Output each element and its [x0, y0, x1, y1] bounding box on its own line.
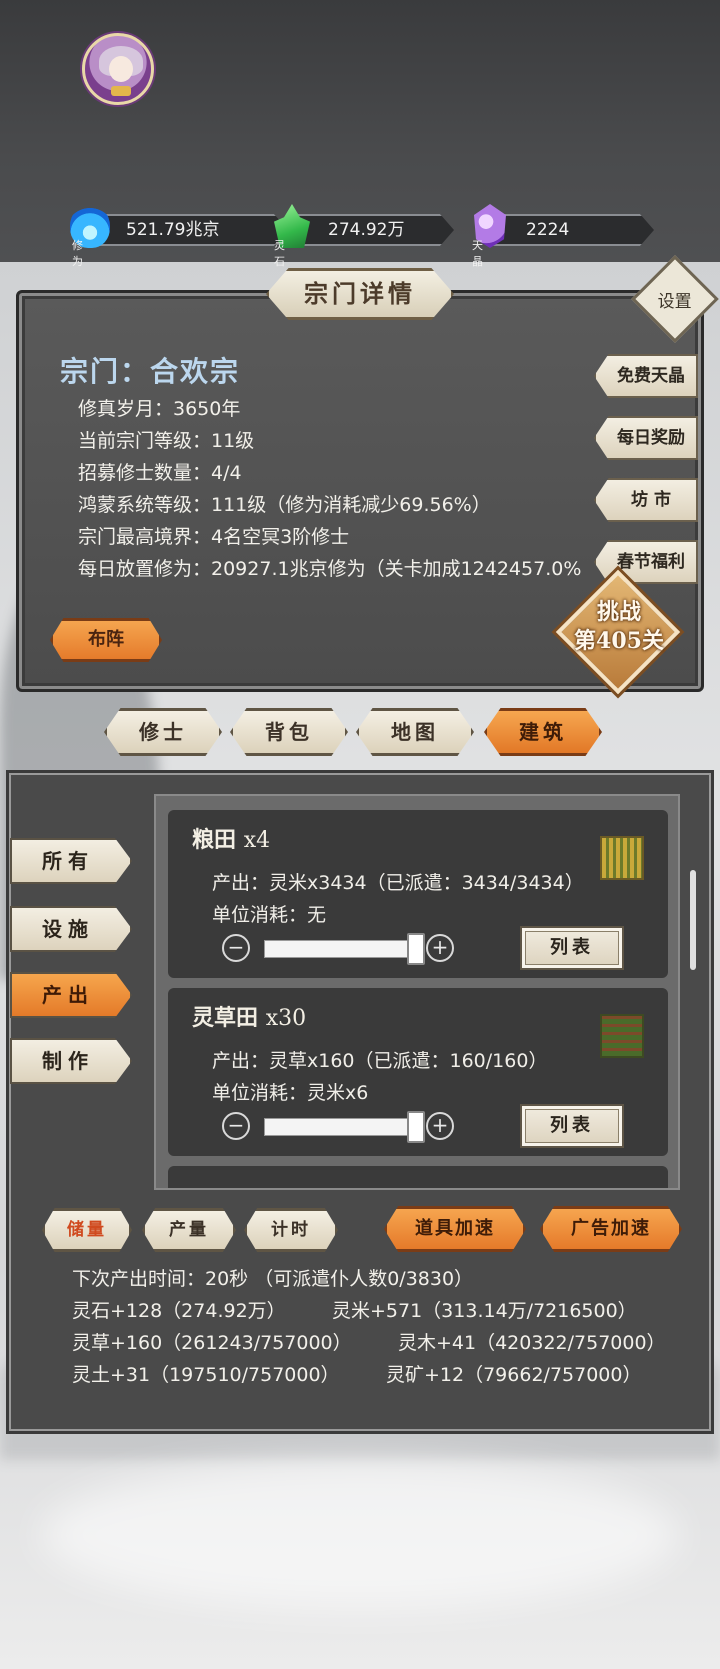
building-name-text: 灵草田 — [192, 1005, 259, 1031]
category-facilities[interactable]: 设施 — [10, 906, 132, 952]
avatar-face — [109, 56, 133, 82]
info-highest-realm: 宗门最高境界：4名空冥3阶修士 — [78, 526, 350, 548]
resource-caption: 灵石 — [274, 239, 285, 268]
building-card — [168, 1166, 668, 1188]
building-name: 灵草田 x30 — [192, 1000, 306, 1032]
building-card: 灵草田 x30 产出：灵草x160（已派遣：160/160） 单位消耗：灵米x6… — [168, 988, 668, 1156]
herb-field-icon — [600, 1014, 644, 1058]
slider-handle[interactable] — [407, 933, 425, 965]
stat-spirit-soil: 灵土+31（197510/757000） — [72, 1364, 340, 1386]
challenge-label[interactable]: 挑战 第405关 — [564, 598, 674, 656]
minus-icon[interactable]: − — [222, 934, 250, 962]
item-speedup-button[interactable]: 道具加速 — [384, 1206, 526, 1252]
plus-icon[interactable]: + — [426, 1112, 454, 1140]
category-crafting[interactable]: 制作 — [10, 1038, 132, 1084]
info-cultivation-years: 修真岁月：3650年 — [78, 398, 241, 420]
list-button[interactable]: 列表 — [520, 926, 624, 970]
sect-name: 宗门：合欢宗 — [60, 355, 241, 388]
tab-storage[interactable]: 储量 — [42, 1208, 132, 1252]
building-name-text: 粮田 — [192, 827, 237, 853]
minus-icon[interactable]: − — [222, 1112, 250, 1140]
panel-title: 宗门详情 — [266, 268, 454, 320]
resource-value: 274.92万 — [294, 214, 454, 246]
resource-caption: 天晶 — [472, 239, 483, 268]
building-list[interactable]: 粮田 x4 产出：灵米x3434（已派遣：3434/3434） 单位消耗：无 −… — [154, 794, 680, 1190]
resource-value: 2224 — [492, 214, 654, 246]
building-count: x4 — [243, 828, 271, 853]
stat-spirit-herb: 灵草+160（261243/757000） — [72, 1332, 352, 1354]
challenge-line1: 挑战 — [596, 599, 641, 625]
formation-button[interactable]: 布阵 — [50, 618, 162, 662]
tab-backpack[interactable]: 背包 — [230, 708, 348, 756]
ad-speedup-button[interactable]: 广告加速 — [540, 1206, 682, 1252]
resource-value: 521.79兆京 — [92, 214, 288, 246]
daily-reward-button[interactable]: 每日奖励 — [594, 416, 698, 460]
building-output: 产出：灵米x3434（已派遣：3434/3434） — [212, 872, 584, 894]
challenge-stage: 第405关 — [574, 628, 664, 654]
free-crystal-button[interactable]: 免费天晶 — [594, 354, 698, 398]
building-output: 产出：灵草x160（已派遣：160/160） — [212, 1050, 548, 1072]
info-recruit-count: 招募修士数量：4/4 — [78, 462, 242, 484]
plus-icon[interactable]: + — [426, 934, 454, 962]
building-card: 粮田 x4 产出：灵米x3434（已派遣：3434/3434） 单位消耗：无 −… — [168, 810, 668, 978]
slider-handle[interactable] — [407, 1111, 425, 1143]
building-count: x30 — [265, 1006, 307, 1031]
info-hongmeng-level: 鸿蒙系统等级：111级（修为消耗减少69.56%） — [78, 494, 491, 516]
stat-spirit-rice: 灵米+571（313.14万/7216500） — [332, 1300, 637, 1322]
tab-timer[interactable]: 计时 — [244, 1208, 338, 1252]
building-cost: 单位消耗：无 — [212, 904, 327, 926]
tab-map[interactable]: 地图 — [356, 708, 474, 756]
next-output-time: 下次产出时间：20秒 （可派遣仆人数0/3830） — [72, 1268, 474, 1290]
tab-yield[interactable]: 产量 — [142, 1208, 236, 1252]
worker-slider[interactable] — [264, 933, 425, 965]
tab-buildings[interactable]: 建筑 — [484, 708, 602, 756]
category-production[interactable]: 产出 — [10, 972, 132, 1018]
player-avatar[interactable] — [82, 33, 154, 105]
stat-spirit-stone: 灵石+128（274.92万） — [72, 1300, 286, 1322]
stat-spirit-ore: 灵矿+12（79662/757000） — [386, 1364, 642, 1386]
list-scrollbar[interactable] — [690, 870, 696, 970]
resource-caption: 修为 — [72, 239, 83, 268]
market-button[interactable]: 坊 市 — [594, 478, 698, 522]
cloud-decoration — [40, 1460, 680, 1610]
avatar-crest — [111, 86, 131, 96]
tab-disciples[interactable]: 修士 — [104, 708, 222, 756]
info-sect-level: 当前宗门等级：11级 — [78, 430, 255, 452]
building-name: 粮田 x4 — [192, 822, 270, 854]
category-all[interactable]: 所有 — [10, 838, 132, 884]
info-daily-idle: 每日放置修为：20927.1兆京修为（关卡加成1242457.0% — [78, 558, 582, 580]
list-button[interactable]: 列表 — [520, 1104, 624, 1148]
building-cost: 单位消耗：灵米x6 — [212, 1082, 369, 1104]
rice-field-icon — [600, 836, 644, 880]
settings-label: 设置 — [657, 291, 692, 312]
worker-slider[interactable] — [264, 1111, 425, 1143]
stat-spirit-wood: 灵木+41（420322/757000） — [398, 1332, 666, 1354]
